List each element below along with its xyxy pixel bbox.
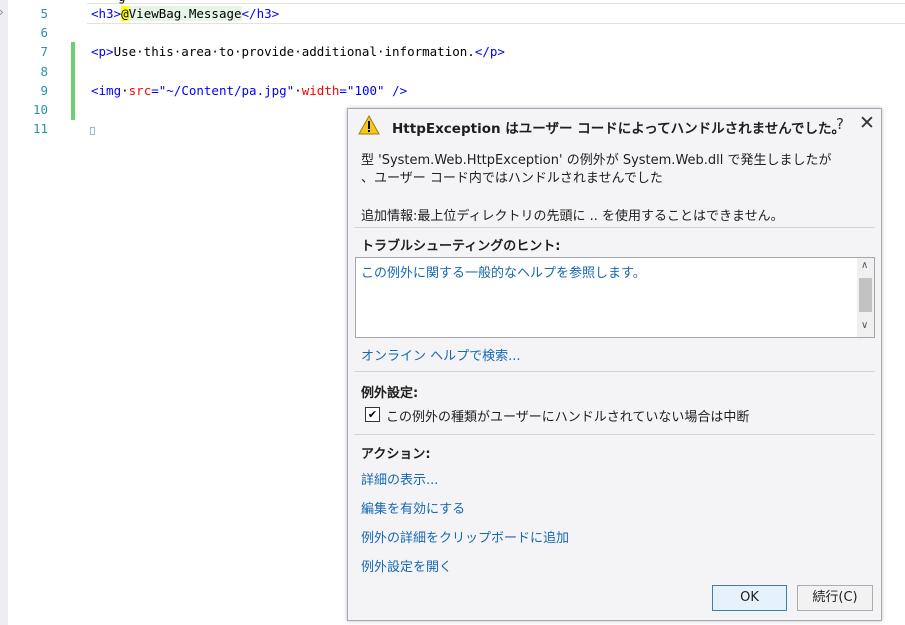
code-token: /> bbox=[384, 83, 408, 98]
change-tracking-bar bbox=[71, 42, 75, 120]
code-token: </h3> bbox=[241, 6, 280, 21]
line-number: 5 bbox=[40, 6, 48, 21]
exception-settings-heading: 例外設定: bbox=[361, 386, 419, 401]
code-token: = bbox=[339, 83, 347, 98]
code-token: <img bbox=[91, 83, 122, 98]
exception-message-line2: 、ユーザー コード内ではハンドルされませんでした bbox=[361, 171, 663, 186]
actions-heading: アクション: bbox=[361, 447, 431, 462]
open-exception-settings-link[interactable]: 例外設定を開く bbox=[361, 556, 452, 575]
code-token: src bbox=[128, 83, 152, 98]
code-token: "100" bbox=[346, 83, 385, 98]
code-token: <p> bbox=[91, 44, 114, 59]
continue-button[interactable]: 続行(C) bbox=[797, 585, 873, 611]
code-line[interactable]: <h3>@ViewBag.Message</h3> bbox=[91, 4, 279, 23]
code-token: <h3> bbox=[91, 6, 122, 21]
code-token: · bbox=[121, 83, 129, 98]
code-line[interactable]: <img·src="~/Content/pa.jpg"·width="100" … bbox=[91, 81, 407, 100]
divider bbox=[354, 227, 875, 228]
code-token: ViewBag.Message bbox=[128, 6, 242, 21]
clipped-code-fragment: g bbox=[118, 0, 126, 3]
help-icon[interactable]: ? bbox=[836, 115, 844, 133]
general-help-link[interactable]: この例外に関する一般的なヘルプを参照します。 bbox=[361, 262, 646, 281]
line-number: 8 bbox=[40, 64, 48, 79]
additional-information: 追加情報:最上位ディレクトリの先頭に .. を使用することはできません。 bbox=[361, 209, 784, 224]
break-on-unhandled-label[interactable]: この例外の種類がユーザーにハンドルされていない場合は中断 bbox=[386, 406, 749, 425]
ok-button[interactable]: OK bbox=[712, 585, 787, 611]
dialog-title: HttpException はユーザー コードによってハンドルされませんでした。 bbox=[392, 121, 846, 137]
line-number: 7 bbox=[40, 44, 48, 59]
divider bbox=[354, 434, 875, 435]
warning-icon bbox=[358, 115, 380, 135]
scroll-down-icon[interactable]: ∨ bbox=[861, 320, 868, 331]
code-token: "~/Content/pa.jpg" bbox=[158, 83, 295, 98]
code-token: width bbox=[301, 83, 340, 98]
divider bbox=[354, 371, 875, 372]
line-number: 9 bbox=[40, 83, 48, 98]
code-token: Use·this·area·to·provide·additional·info… bbox=[113, 44, 475, 59]
line-number: 6 bbox=[40, 25, 48, 40]
copy-exception-detail-link[interactable]: 例外の詳細をクリップボードに追加 bbox=[361, 527, 569, 546]
scroll-up-icon[interactable]: ∧ bbox=[861, 260, 868, 271]
view-details-link[interactable]: 詳細の表示... bbox=[361, 469, 438, 488]
troubleshooting-tips-list[interactable]: この例外に関する一般的なヘルプを参照します。 ∧ ∨ bbox=[355, 257, 875, 338]
troubleshooting-heading: トラブルシューティングのヒント: bbox=[361, 239, 561, 254]
line-number: 10 bbox=[32, 102, 48, 117]
enable-editing-link[interactable]: 編集を有効にする bbox=[361, 498, 465, 517]
close-icon[interactable]: ✕ bbox=[859, 112, 875, 134]
tips-scrollbar[interactable]: ∧ ∨ bbox=[857, 258, 874, 337]
line-number: 11 bbox=[32, 121, 48, 136]
exception-dialog: HttpException はユーザー コードによってハンドルされませんでした。… bbox=[347, 108, 882, 621]
code-token: </p> bbox=[474, 44, 505, 59]
scroll-thumb[interactable] bbox=[859, 278, 872, 312]
break-on-unhandled-checkbox[interactable]: ✔ bbox=[365, 407, 380, 422]
search-online-help-link[interactable]: オンライン ヘルプで検索... bbox=[361, 345, 521, 364]
text-cursor-marker bbox=[90, 127, 95, 135]
code-line[interactable]: <p>Use·this·area·to·provide·additional·i… bbox=[91, 42, 505, 61]
code-token: = bbox=[151, 83, 159, 98]
code-token: · bbox=[294, 83, 302, 98]
dialog-title-bar: HttpException はユーザー コードによってハンドルされませんでした。… bbox=[348, 109, 881, 141]
exception-message-line1: 型 'System.Web.HttpException' の例外が System… bbox=[361, 153, 832, 168]
code-token: @ bbox=[121, 6, 129, 21]
